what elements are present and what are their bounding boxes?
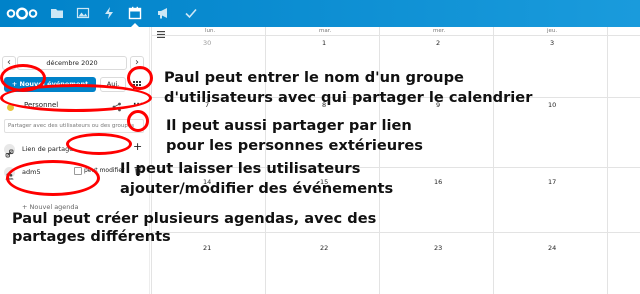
grid-line xyxy=(151,35,640,36)
header-bar xyxy=(0,0,640,27)
highlight-share-input xyxy=(0,84,152,112)
calendar-icon[interactable] xyxy=(128,6,142,20)
nextcloud-logo-icon[interactable] xyxy=(6,7,38,20)
caption-3-line-2: ajouter/modifier des événements xyxy=(120,180,394,197)
add-share-link-icon[interactable]: + xyxy=(133,141,142,152)
share-search-input[interactable]: Partager avec des utilisateurs ou des gr… xyxy=(4,119,144,133)
checkmark-icon[interactable] xyxy=(184,6,198,20)
day-cell-number[interactable]: 30 xyxy=(203,39,211,47)
highlight-add-link xyxy=(127,110,149,132)
day-header: mar. xyxy=(319,28,332,34)
highlight-more-options xyxy=(127,66,153,90)
day-cell-number[interactable]: 23 xyxy=(434,244,442,252)
day-cell-number[interactable]: 24 xyxy=(548,244,556,252)
day-cell-number[interactable]: 22 xyxy=(320,244,328,252)
activity-icon[interactable] xyxy=(102,6,116,20)
caption-1-line-1: Paul peut entrer le nom d'un groupe xyxy=(164,69,464,86)
grid-line xyxy=(607,27,608,294)
highlight-can-edit xyxy=(66,133,132,155)
grid-line xyxy=(493,27,494,294)
caption-1-line-2: d'utilisateurs avec qui partager le cale… xyxy=(164,89,533,106)
day-cell-number[interactable]: 10 xyxy=(548,101,556,109)
day-cell-number[interactable]: 3 xyxy=(550,39,554,47)
day-header: lun. xyxy=(205,28,216,34)
link-icon xyxy=(4,144,15,158)
grid-line xyxy=(151,232,640,233)
day-header: mer. xyxy=(433,28,446,34)
caption-2-line-2: pour les personnes extérieures xyxy=(166,137,423,154)
day-header: jeu. xyxy=(547,28,558,34)
folder-icon[interactable] xyxy=(50,6,64,20)
caption-3-line-1: Il peut laisser les utilisateurs xyxy=(120,160,361,177)
highlight-new-agenda xyxy=(6,160,100,196)
day-cell-number[interactable]: 21 xyxy=(203,244,211,252)
caption-2-line-1: Il peut aussi partager par lien xyxy=(166,117,412,134)
share-link-label: Lien de partage xyxy=(22,145,74,153)
day-cell-number[interactable]: 1 xyxy=(322,39,326,47)
megaphone-icon[interactable] xyxy=(156,6,170,20)
day-cell-number[interactable]: 2 xyxy=(436,39,440,47)
image-icon[interactable] xyxy=(76,6,90,20)
day-cell-number[interactable]: 17 xyxy=(548,178,556,186)
day-cell-number[interactable]: 16 xyxy=(434,178,442,186)
caption-4-line-2: partages différents xyxy=(12,228,171,245)
